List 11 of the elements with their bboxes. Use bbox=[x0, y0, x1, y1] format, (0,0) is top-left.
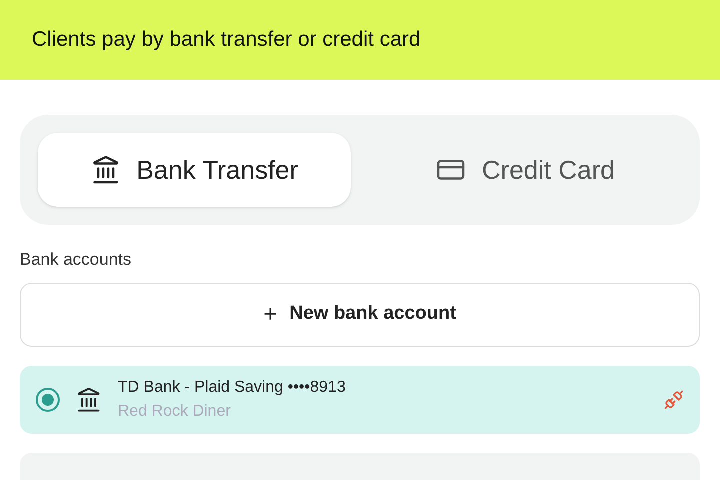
payment-tab[interactable]: Bank Transfer bbox=[38, 133, 351, 207]
payment-tab[interactable]: Credit Card bbox=[369, 133, 682, 207]
bank-icon bbox=[90, 155, 121, 185]
new-bank-account-button[interactable]: + New bank account bbox=[20, 282, 700, 346]
bank-icon bbox=[76, 386, 102, 412]
section-label: Bank accounts bbox=[20, 249, 133, 271]
radio-button[interactable] bbox=[36, 388, 60, 412]
banner-title: Clients pay by bank transfer or credit card bbox=[32, 27, 421, 54]
account-name: TD Bank - Plaid Saving ••••8913 bbox=[118, 378, 346, 398]
account-owner: Red Rock Diner bbox=[118, 402, 232, 422]
bank-account-row[interactable]: TD Bank - Plaid Saving ••••8913 Red Rock Diner bbox=[20, 366, 700, 434]
